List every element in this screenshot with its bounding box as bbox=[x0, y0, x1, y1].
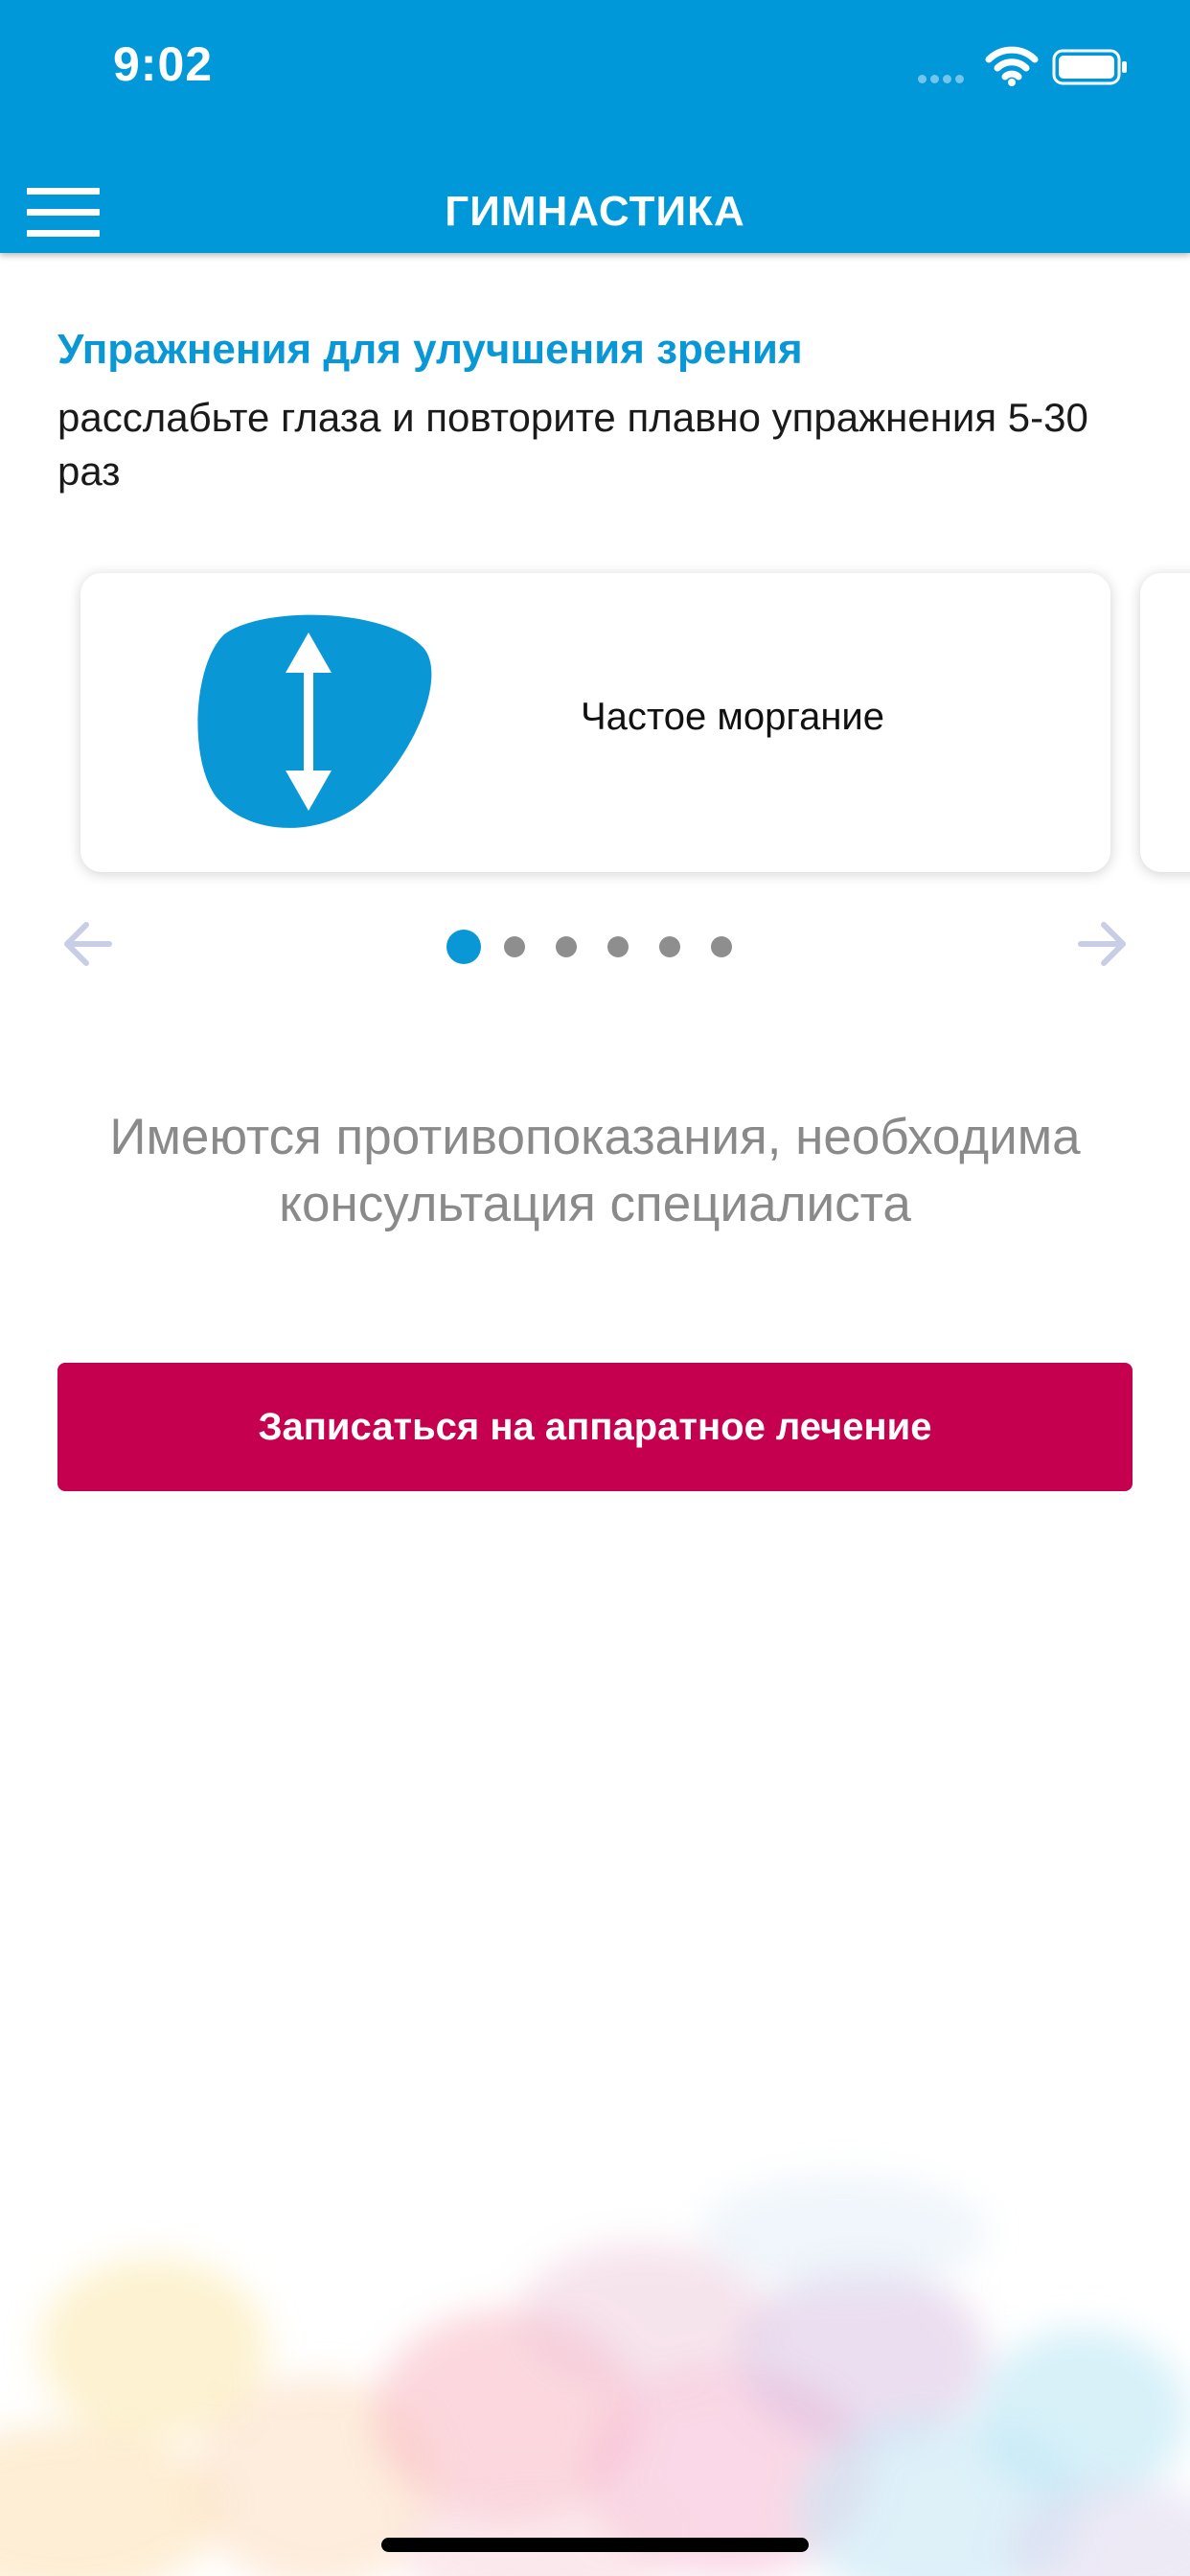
wifi-icon bbox=[985, 46, 1039, 86]
home-indicator bbox=[381, 2538, 809, 2552]
arrow-right-icon[interactable] bbox=[1077, 920, 1131, 968]
pagination-dot[interactable] bbox=[607, 936, 629, 957]
status-time: 9:02 bbox=[113, 37, 214, 91]
exercise-card-label: Частое моргание bbox=[581, 696, 885, 738]
carousel-pagination bbox=[446, 930, 763, 964]
pagination-dot[interactable] bbox=[711, 936, 732, 957]
app-header: 9:02 ГИМНАСТИКА bbox=[0, 0, 1190, 253]
section-title: Упражнения для улучшения зрения bbox=[57, 326, 803, 373]
pagination-dot[interactable] bbox=[556, 936, 577, 957]
battery-icon bbox=[1052, 49, 1127, 85]
contraindication-warning: Имеются противопоказания, необходима кон… bbox=[109, 1109, 1081, 1232]
signal-icon bbox=[918, 71, 968, 88]
vertical-arrows-icon bbox=[197, 614, 432, 828]
pagination-dot-active[interactable] bbox=[446, 930, 481, 964]
book-treatment-button[interactable]: Записаться на аппаратное лечение bbox=[57, 1363, 1133, 1491]
pagination-dot[interactable] bbox=[504, 936, 525, 957]
section-subtitle: расслабьте глаза и повторите плавно упра… bbox=[57, 395, 1088, 494]
page-title: ГИМНАСТИКА bbox=[445, 188, 745, 235]
arrow-left-icon[interactable] bbox=[59, 920, 113, 968]
background-decoration bbox=[0, 2175, 1190, 2576]
next-exercise-card[interactable] bbox=[1140, 573, 1190, 872]
pagination-dot[interactable] bbox=[659, 936, 680, 957]
exercise-card[interactable]: Частое моргание bbox=[80, 573, 1110, 872]
